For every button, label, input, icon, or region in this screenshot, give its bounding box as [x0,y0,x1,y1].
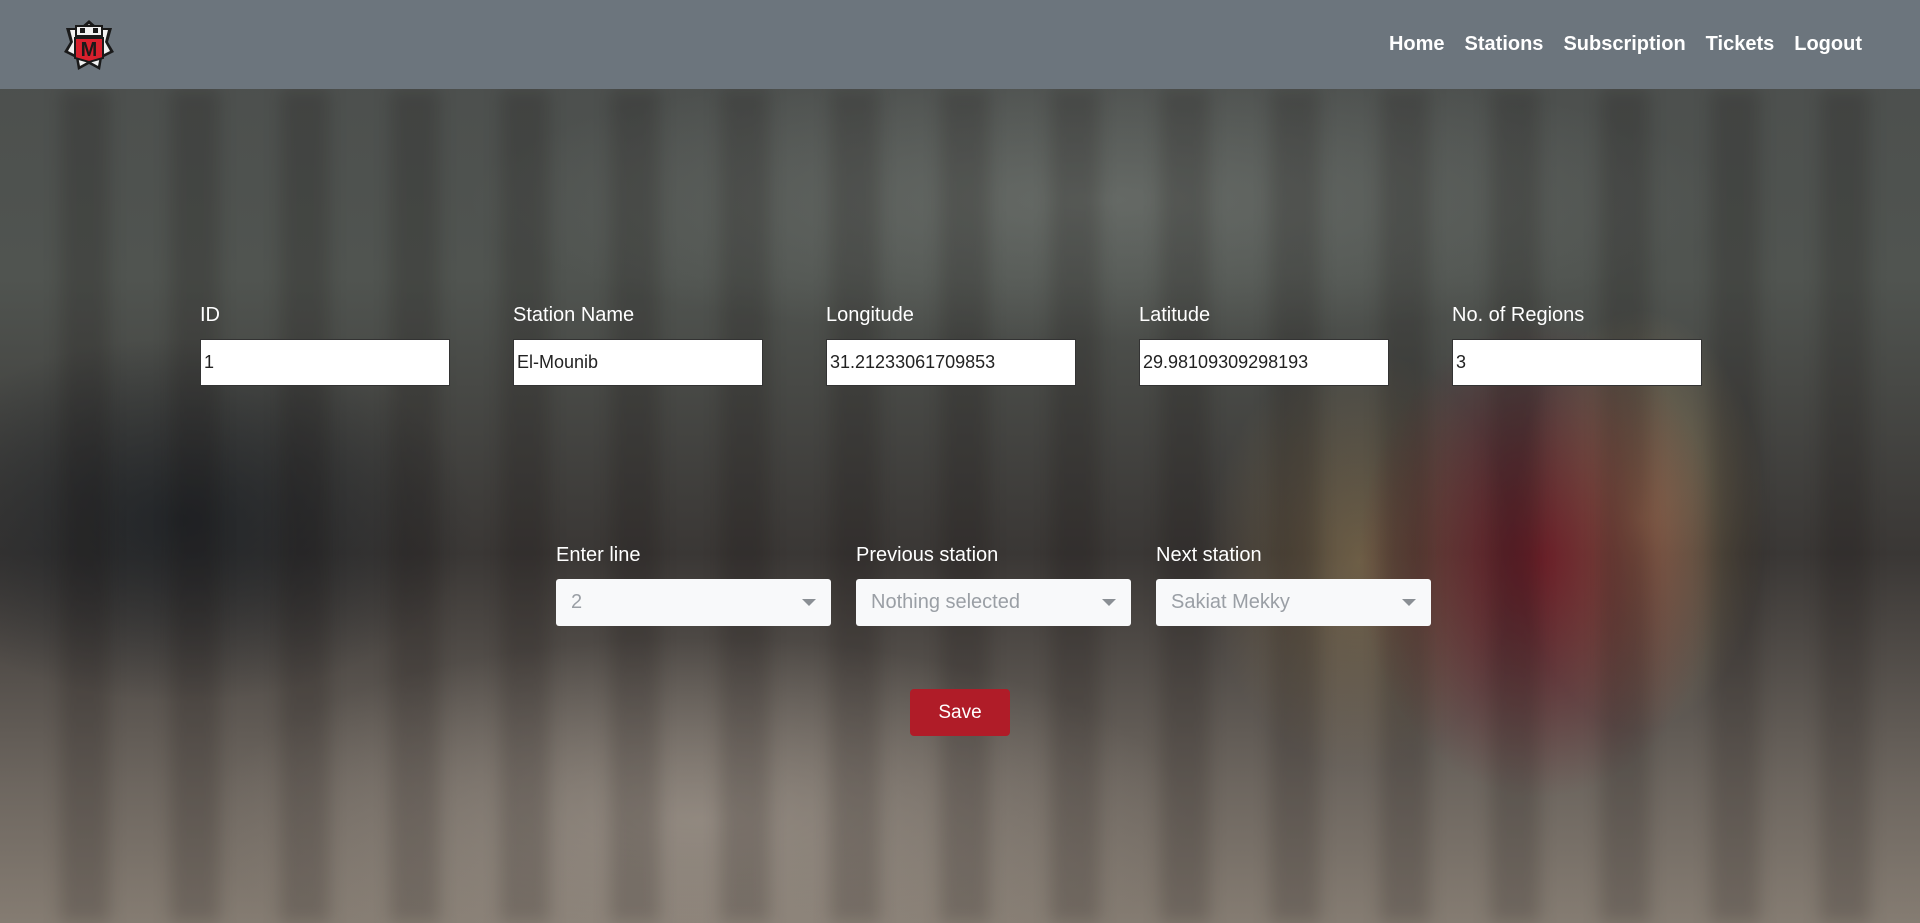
line-select-label: Enter line [556,544,641,566]
chevron-down-icon [1402,599,1416,606]
previous-station-select-group: Previous station Nothing selected [856,544,1131,626]
id-field-group: ID [200,304,450,386]
save-button[interactable]: Save [910,689,1010,736]
nav-tickets-link[interactable]: Tickets [1696,25,1785,64]
station-details-row: ID Station Name Longitude Latitude No. o… [200,304,1702,386]
chevron-down-icon [1102,599,1116,606]
background-photo [0,89,1920,923]
line-selection-row: Enter line 2 Previous station Nothing se… [556,544,1431,626]
longitude-field-group: Longitude [826,304,1076,386]
previous-station-value: Nothing selected [871,591,1020,613]
nav-home-link[interactable]: Home [1379,25,1455,64]
longitude-label: Longitude [826,304,914,326]
regions-input[interactable] [1452,339,1702,386]
id-label: ID [200,304,220,326]
latitude-input[interactable] [1139,339,1389,386]
next-station-select[interactable]: Sakiat Mekky [1156,579,1431,626]
previous-station-select[interactable]: Nothing selected [856,579,1131,626]
nav-stations-link[interactable]: Stations [1455,25,1554,64]
next-station-label: Next station [1156,544,1262,566]
latitude-label: Latitude [1139,304,1211,326]
station-name-label: Station Name [513,304,635,326]
line-select-value: 2 [571,591,583,613]
chevron-down-icon [802,599,816,606]
regions-field-group: No. of Regions [1452,304,1702,386]
nav-menu: Home Stations Subscription Tickets Logou… [1379,25,1872,64]
next-station-value: Sakiat Mekky [1171,591,1290,613]
regions-label: No. of Regions [1452,304,1585,326]
previous-station-label: Previous station [856,544,999,566]
longitude-input[interactable] [826,339,1076,386]
line-select[interactable]: 2 [556,579,831,626]
station-name-field-group: Station Name [513,304,763,386]
line-select-group: Enter line 2 [556,544,831,626]
logo-letter: M [81,39,98,61]
station-name-input[interactable] [513,339,763,386]
nav-logout-link[interactable]: Logout [1784,25,1872,64]
next-station-select-group: Next station Sakiat Mekky [1156,544,1431,626]
nav-subscription-link[interactable]: Subscription [1553,25,1695,64]
metro-logo-icon[interactable]: M [62,18,116,72]
id-input[interactable] [200,339,450,386]
top-navbar: M Home Stations Subscription Tickets Log… [0,0,1920,89]
latitude-field-group: Latitude [1139,304,1389,386]
